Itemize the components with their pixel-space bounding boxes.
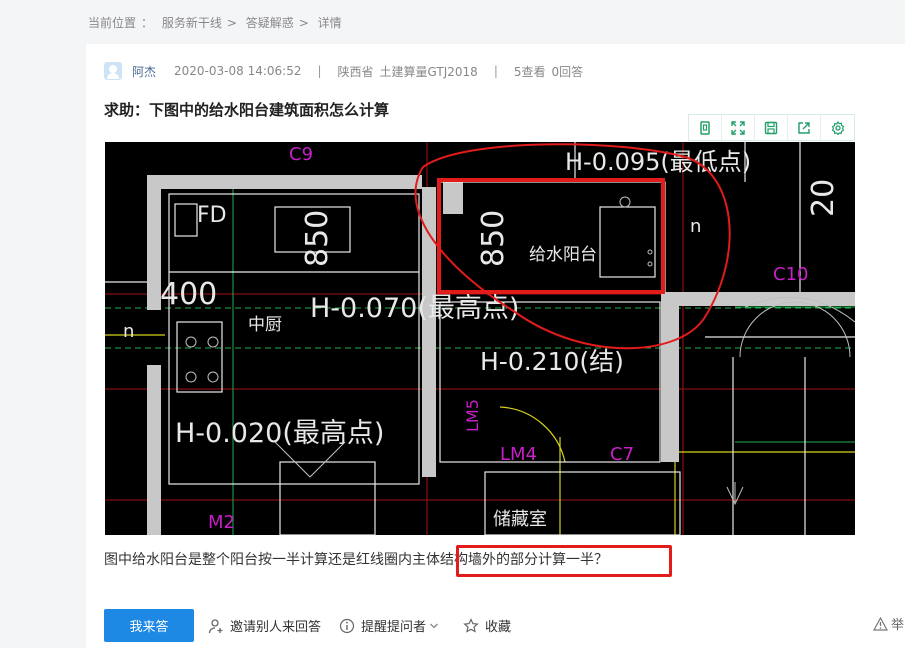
breadcrumb-arrow: > (298, 16, 309, 30)
collect-label: 收藏 (485, 620, 512, 635)
fullscreen-button[interactable] (722, 115, 755, 140)
info-icon (339, 618, 355, 633)
cad-dim-850-left: 850 (300, 210, 335, 267)
invite-label: 邀请别人来回答 (230, 620, 322, 635)
report-label: 举 (891, 618, 905, 633)
post-meta: 阿杰 2020-03-08 14:06:52 | 陕西省 土建算量GTJ2018… (104, 62, 583, 80)
breadcrumb-label: 当前位置 (88, 16, 137, 30)
cad-label-h0210: H-0.210(结) (480, 347, 624, 376)
breadcrumb-colon: ： (141, 16, 154, 30)
cad-label-balcony: 给水阳台 (529, 245, 597, 265)
cad-label-400: 400 (160, 277, 217, 312)
save-icon (764, 121, 778, 134)
annotation-box (437, 178, 665, 294)
cad-label-c10: C10 (773, 264, 808, 285)
cad-label-h0070: H-0.070(最高点) (310, 293, 519, 324)
invite-user-icon (208, 618, 223, 633)
avatar[interactable] (104, 62, 122, 80)
original-size-button[interactable] (689, 115, 722, 140)
answer-count: 0回答 (551, 64, 584, 79)
cad-label-c7: C7 (610, 444, 634, 465)
share-icon (798, 121, 810, 134)
remind-label: 提醒提问者 (361, 620, 427, 635)
cad-label-n-left: n (123, 321, 134, 342)
cad-label-h0020: H-0.020(最高点) (175, 418, 384, 449)
share-image-button[interactable] (788, 115, 821, 140)
cad-label-c9: C9 (289, 144, 313, 165)
breadcrumb-link-qa[interactable]: 答疑解惑 (246, 16, 294, 30)
cad-drawing: FD C9 850 850 给水阳台 H-0.095(最低点) H-0.070(… (105, 142, 855, 535)
cad-label-n-right: n (690, 216, 701, 237)
report-button[interactable]: 举 (873, 614, 904, 633)
star-icon (463, 617, 479, 633)
original-size-icon (700, 120, 710, 135)
settings-icon (831, 120, 844, 135)
collect-button[interactable]: 收藏 (463, 616, 511, 635)
meta-divider: | (317, 64, 322, 78)
answer-button[interactable]: 我来答 (104, 609, 194, 642)
save-image-button[interactable] (755, 115, 788, 140)
question-image[interactable]: FD C9 850 850 给水阳台 H-0.095(最低点) H-0.070(… (105, 142, 855, 535)
post-product: 土建算量GTJ2018 (379, 64, 478, 79)
invite-button[interactable]: 邀请别人来回答 (208, 616, 321, 635)
cad-label-20: 20 (806, 179, 841, 217)
cad-dim-850-right: 850 (476, 210, 511, 267)
image-settings-button[interactable] (821, 115, 854, 140)
question-text: 图中给水阳台是整个阳台按一半计算还是红线圈内 (104, 552, 412, 568)
meta-divider: | (493, 64, 498, 78)
fullscreen-icon (731, 120, 745, 135)
remind-button[interactable]: 提醒提问者 (339, 616, 445, 635)
cad-label-m2: M2 (208, 512, 235, 533)
cad-label-lm5: LM5 (463, 399, 482, 432)
view-count: 5查看 (513, 64, 546, 79)
image-toolbar (688, 114, 855, 141)
chevron-down-icon (430, 623, 438, 628)
question-title: 求助：下图中的给水阳台建筑面积怎么计算 (104, 101, 390, 119)
highlight-box (456, 545, 672, 577)
cad-label-kitchen: 中厨 (248, 315, 282, 335)
breadcrumb-current: 详情 (317, 16, 342, 30)
post-datetime: 2020-03-08 14:06:52 (174, 64, 302, 78)
action-bar: 我来答 邀请别人来回答 提醒提问者 收藏 (104, 609, 529, 642)
cad-label-lm4: LM4 (500, 444, 537, 465)
post-region: 陕西省 (337, 64, 374, 79)
warning-icon (873, 616, 888, 631)
author-name[interactable]: 阿杰 (132, 63, 156, 80)
breadcrumb-arrow: > (226, 16, 237, 30)
breadcrumb-link-service[interactable]: 服务新干线 (162, 16, 222, 30)
breadcrumb: 当前位置 ： 服务新干线 > 答疑解惑 > 详情 (88, 14, 347, 31)
cad-label-fd: FD (197, 203, 227, 228)
cad-label-storage: 储藏室 (493, 509, 547, 530)
